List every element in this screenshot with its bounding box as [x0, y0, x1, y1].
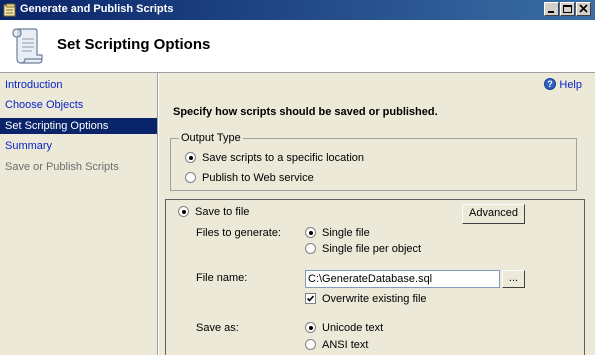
output-type-legend: Output Type	[179, 132, 243, 144]
single-file-label: Single file	[322, 227, 370, 239]
help-link[interactable]: ? Help	[544, 78, 582, 91]
generate-publish-scripts-window: Generate and Publish Scripts Set Scripti…	[0, 0, 595, 355]
sidebar-item-set-scripting-options[interactable]: Set Scripting Options	[0, 118, 157, 134]
file-name-label: File name:	[196, 272, 248, 284]
ansi-text-label: ANSI text	[322, 339, 369, 351]
overwrite-existing-file-label: Overwrite existing file	[322, 293, 427, 305]
radio-button[interactable]	[185, 172, 196, 183]
wizard-sidebar: Introduction Choose Objects Set Scriptin…	[0, 73, 158, 355]
help-label: Help	[559, 79, 582, 91]
maximize-button[interactable]	[560, 2, 575, 16]
save-to-file-radio[interactable]: Save to file	[178, 205, 298, 219]
save-scripts-label: Save scripts to a specific location	[202, 152, 365, 164]
files-to-generate-label: Files to generate:	[196, 227, 281, 239]
sidebar-item-summary[interactable]: Summary	[0, 138, 157, 154]
save-as-label: Save as:	[196, 322, 239, 334]
publish-web-service-label: Publish to Web service	[202, 172, 314, 184]
radio-button[interactable]	[305, 243, 316, 254]
radio-button[interactable]	[305, 322, 316, 333]
radio-button[interactable]	[305, 227, 316, 238]
title-bar[interactable]: Generate and Publish Scripts	[0, 0, 595, 20]
checkmark-icon	[306, 295, 315, 302]
window-title: Generate and Publish Scripts	[20, 3, 174, 15]
single-file-radio[interactable]: Single file	[305, 226, 505, 240]
radio-button[interactable]	[185, 152, 196, 163]
save-scripts-radio[interactable]: Save scripts to a specific location	[185, 151, 485, 165]
radio-button[interactable]	[178, 206, 189, 217]
instruction-text: Specify how scripts should be saved or p…	[173, 106, 438, 118]
single-file-per-object-label: Single file per object	[322, 243, 422, 255]
publish-web-service-radio[interactable]: Publish to Web service	[185, 171, 485, 185]
svg-text:?: ?	[548, 79, 554, 89]
maximize-icon	[563, 5, 572, 13]
sidebar-item-save-or-publish-scripts: Save or Publish Scripts	[5, 161, 119, 173]
close-icon	[579, 4, 588, 13]
minimize-button[interactable]	[544, 2, 559, 16]
checkbox[interactable]	[305, 293, 316, 304]
save-to-file-panel: Save to file Advanced Files to generate:…	[165, 199, 585, 355]
sidebar-item-introduction[interactable]: Introduction	[0, 77, 157, 93]
single-file-per-object-radio[interactable]: Single file per object	[305, 242, 505, 256]
close-button[interactable]	[576, 2, 591, 16]
radio-button[interactable]	[305, 339, 316, 350]
minimize-icon	[548, 11, 554, 13]
wizard-header: Set Scripting Options	[0, 20, 595, 73]
scroll-icon	[12, 28, 43, 64]
file-name-input[interactable]: C:\GenerateDatabase.sql	[305, 270, 500, 288]
page-title: Set Scripting Options	[57, 36, 211, 53]
main-content: ? Help Specify how scripts should be sav…	[159, 73, 595, 355]
overwrite-existing-file-checkbox[interactable]: Overwrite existing file	[305, 292, 505, 306]
output-type-group: Output Type Save scripts to a specific l…	[170, 132, 577, 191]
sidebar-item-choose-objects[interactable]: Choose Objects	[0, 97, 157, 113]
advanced-button[interactable]: Advanced	[462, 204, 525, 224]
ansi-text-radio[interactable]: ANSI text	[305, 338, 505, 352]
help-icon: ?	[544, 78, 557, 90]
unicode-text-radio[interactable]: Unicode text	[305, 321, 505, 335]
unicode-text-label: Unicode text	[322, 322, 384, 334]
app-icon	[3, 3, 16, 17]
browse-button[interactable]: ...	[502, 270, 525, 288]
save-to-file-label: Save to file	[195, 206, 250, 218]
